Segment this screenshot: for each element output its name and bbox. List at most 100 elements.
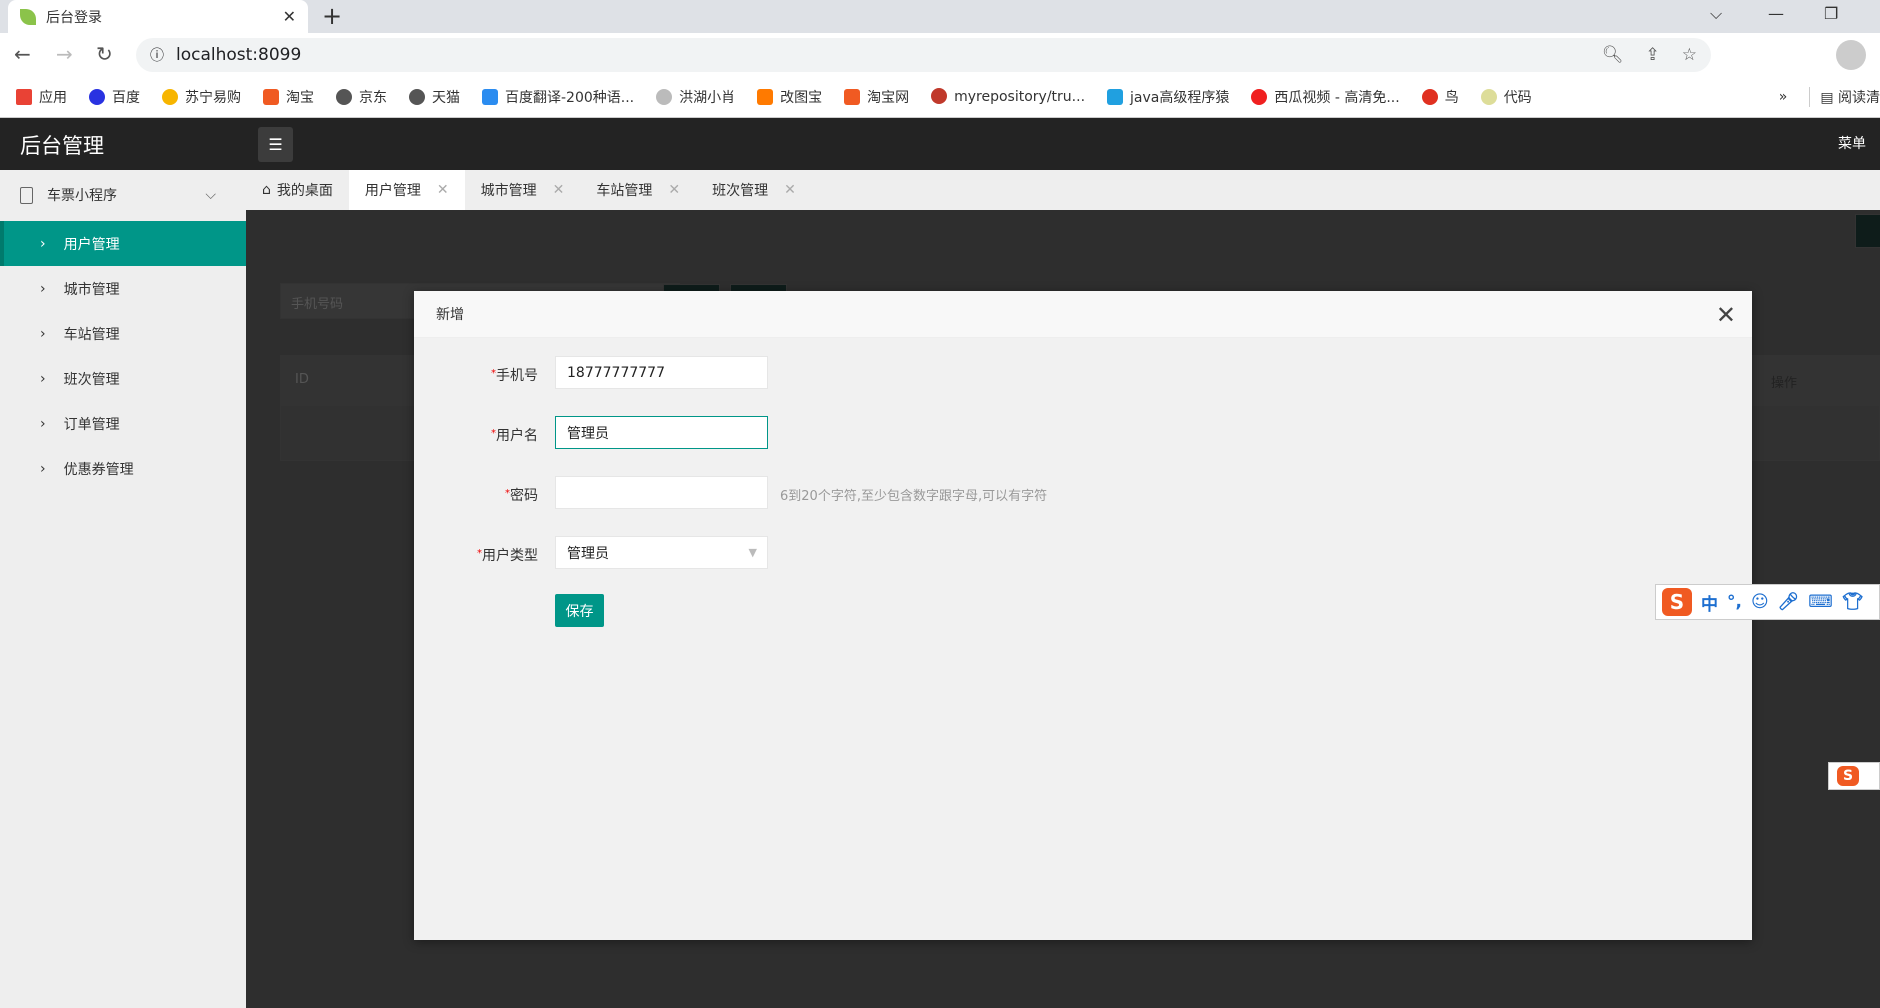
reading-list[interactable]: ▤ 阅读清 [1809,86,1880,107]
bookmark[interactable]: 代码 [1480,87,1532,107]
xigua-icon [1251,88,1268,105]
password-hint: 6到20个字符,至少包含数字跟字母,可以有字符 [780,489,1048,504]
sidebar-item-schedule[interactable]: › 班次管理 [0,356,246,401]
forward-icon: → [56,42,73,66]
bookmark[interactable]: 洪湖小肖 [656,87,735,107]
new-tab-button[interactable]: + [322,2,342,30]
more-bookmarks[interactable]: » [1779,89,1788,105]
user-type-select[interactable]: 管理员 ▼ [555,536,768,569]
dialog-header: 新增 [414,291,1752,338]
apps-icon [16,88,32,105]
tab-title: 后台登录 [46,9,102,26]
back-icon[interactable]: ← [14,42,31,66]
sidebar-item-coupon[interactable]: › 优惠券管理 [0,446,246,491]
user-type-label: *用户类型 [477,548,538,564]
bookmark[interactable]: 鸟 [1421,87,1459,107]
sidebar-item-station[interactable]: › 车站管理 [0,311,246,356]
chevron-right-icon: › [40,460,46,477]
page-tabs: ⌂ 我的桌面 用户管理 ✕ 城市管理 ✕ 车站管理 ✕ 班次管理 ✕ [246,170,1880,210]
reading-list-icon: ▤ [1820,89,1838,106]
chevron-down-icon: ⌵ [205,187,216,203]
bookmark[interactable]: 淘宝 [263,87,314,107]
globe-icon [409,88,425,105]
bilibili-icon [1107,88,1124,105]
bookmark[interactable]: 百度 [89,87,140,107]
bookmark[interactable]: 应用 [16,87,67,107]
phone-label: *手机号 [491,368,538,384]
sidebar-item-city[interactable]: › 城市管理 [0,266,246,311]
tab-search-icon[interactable]: ⌵ [1710,4,1722,24]
bookmarks-bar: 应用 百度 苏宁易购 淘宝 京东 天猫 百度翻译-200种语... 洪湖小肖 改… [0,76,1880,118]
ime-toolbar[interactable]: S 中 °, ☺ 🎤︎ ⌨ 👕︎ [1655,584,1880,620]
close-icon[interactable]: ✕ [1716,301,1736,329]
suning-icon [162,88,178,105]
bookmark-star-icon[interactable]: ☆ [1682,45,1697,65]
home-icon: ⌂ [262,182,271,198]
bookmark[interactable]: java高级程序猿 [1107,87,1229,107]
document-icon [20,186,33,204]
chevron-right-icon: › [40,325,46,342]
close-tab-icon[interactable]: ✕ [283,7,296,26]
bookmark[interactable]: myrepository/tru... [931,88,1085,105]
emoji-icon: ☺ [1750,592,1769,612]
address-bar[interactable]: ⓘ localhost:8099 🔍︎ ⇪ ☆ [136,38,1711,72]
mic-icon: 🎤︎ [1777,592,1800,612]
close-icon[interactable]: ✕ [553,182,565,198]
username-label: *用户名 [491,428,538,444]
sidebar-item-user[interactable]: › 用户管理 [0,221,246,266]
chevron-right-icon: › [40,370,46,387]
tab-schedule[interactable]: 班次管理 ✕ [696,170,812,210]
bird-icon [1421,88,1438,105]
reload-icon[interactable]: ↻ [96,42,113,66]
repo-icon [931,88,948,104]
bookmark[interactable]: 京东 [336,87,387,107]
close-icon[interactable]: ✕ [784,182,796,198]
bookmark[interactable]: 天猫 [409,87,460,107]
url-text: localhost:8099 [176,45,302,65]
zoom-icon[interactable]: 🔍︎ [1602,45,1624,65]
chevron-right-icon: › [40,280,46,297]
minimize-icon[interactable]: — [1768,4,1784,23]
gaitubao-icon [757,88,774,105]
bookmark[interactable]: 改图宝 [757,87,822,107]
profile-avatar[interactable] [1836,40,1866,70]
tab-desktop[interactable]: ⌂ 我的桌面 [246,170,349,210]
taobao-icon [844,88,861,105]
dialog-title: 新增 [436,307,464,323]
sidebar: 车票小程序 ⌵ › 用户管理 › 城市管理 › 车站管理 › 班次管理 › 订单管理 › 优… [0,170,246,1008]
save-button[interactable]: 保存 [555,594,604,627]
app-logo: 后台管理 [20,134,104,158]
username-input[interactable]: 管理员 [555,416,768,449]
sogou-logo-icon: S [1837,766,1859,786]
tab-city[interactable]: 城市管理 ✕ [465,170,581,210]
globe-icon [336,88,352,105]
skin-icon: 👕︎ [1841,592,1864,612]
password-input[interactable] [555,476,768,509]
share-icon[interactable]: ⇪ [1646,45,1660,65]
browser-tab[interactable]: 后台登录 ✕ [8,0,308,33]
close-icon[interactable]: ✕ [437,182,449,198]
bookmark[interactable]: 淘宝网 [844,87,909,107]
keyboard-icon: ⌨ [1808,592,1833,612]
bookmark[interactable]: 百度翻译-200种语... [482,87,634,107]
password-label: *密码 [505,488,538,504]
chevron-right-icon: › [40,235,46,252]
tab-user[interactable]: 用户管理 ✕ [348,170,465,210]
bookmark[interactable]: 西瓜视频 - 高清免... [1251,87,1400,107]
code-icon [1480,88,1497,105]
info-icon[interactable]: ⓘ [150,45,164,65]
baidu-icon [89,88,105,105]
restore-icon[interactable]: ❐ [1824,4,1838,23]
ime-mini-toolbar[interactable]: S [1828,762,1880,790]
menu-link[interactable]: 菜单 [1838,133,1866,153]
close-icon[interactable]: ✕ [668,182,680,198]
sogou-logo-icon: S [1662,588,1692,616]
tab-station[interactable]: 车站管理 ✕ [580,170,696,210]
bookmark[interactable]: 苏宁易购 [162,87,241,107]
add-user-dialog: 新增 ✕ *手机号 18777777777 *用户名 管理员 *密码 6到20个… [414,291,1752,940]
phone-input[interactable]: 18777777777 [555,356,768,389]
avatar-icon [656,88,673,105]
sidebar-group[interactable]: 车票小程序 ⌵ [0,170,246,220]
sidebar-item-order[interactable]: › 订单管理 [0,401,246,446]
menu-toggle-icon[interactable]: ☰ [258,127,293,162]
